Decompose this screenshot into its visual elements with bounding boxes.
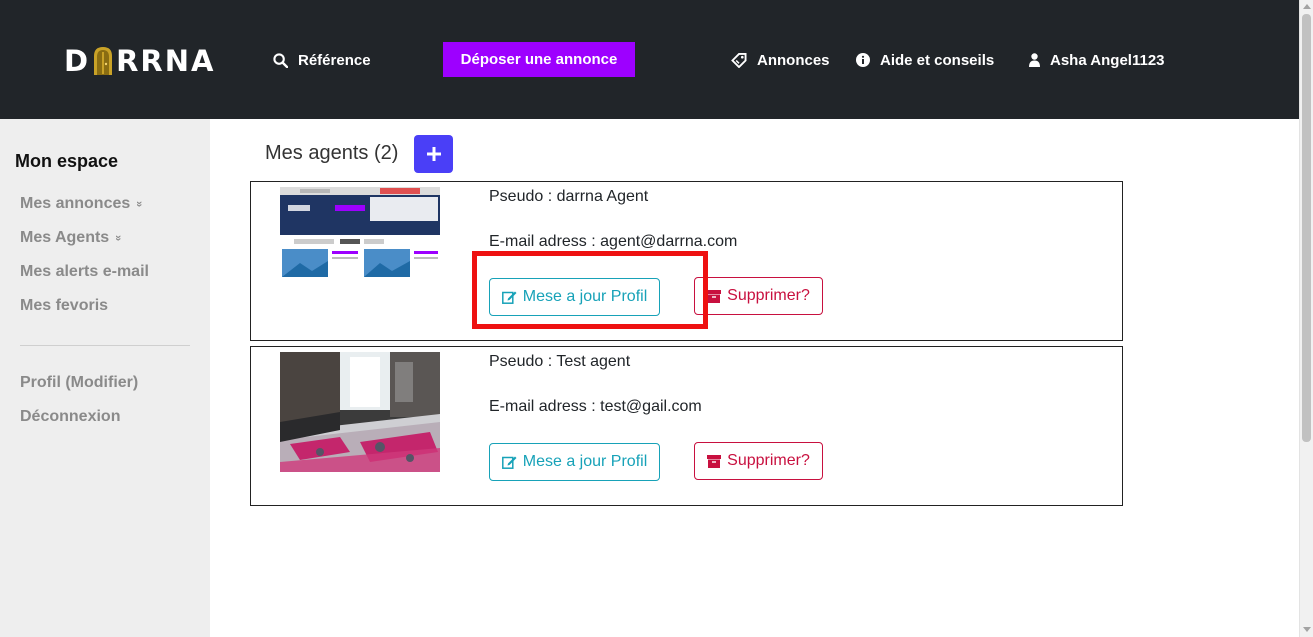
nav-user-label: Asha Angel1123 bbox=[1050, 51, 1165, 69]
nav-reference-label: Référence bbox=[298, 51, 371, 69]
edit-icon bbox=[501, 456, 517, 469]
sidebar-item-email-alerts[interactable]: Mes alerts e-mail bbox=[20, 263, 149, 281]
nav-reference[interactable]: Référence bbox=[273, 50, 371, 70]
sidebar-item-my-agents[interactable]: Mes Agents » bbox=[20, 229, 125, 247]
agent-pseudo: Pseudo : darrna Agent bbox=[489, 188, 649, 205]
nav-help[interactable]: Aide et conseils bbox=[856, 50, 994, 70]
agent-email: E-mail adress : test@gail.com bbox=[489, 398, 702, 415]
sidebar-title: Mon espace bbox=[15, 151, 119, 171]
agent-email: E-mail adress : agent@darrna.com bbox=[489, 233, 738, 250]
post-ad-button[interactable]: Déposer une annonce bbox=[443, 42, 635, 77]
update-profile-button[interactable]: Mese a jour Profil bbox=[489, 443, 660, 481]
sidebar-item-my-ads[interactable]: Mes annonces » bbox=[20, 195, 146, 213]
scroll-thumb[interactable] bbox=[1302, 14, 1311, 442]
darrna-logo[interactable]: D RRNA bbox=[64, 44, 215, 78]
logo-text-left: D bbox=[64, 44, 91, 78]
agent-card: Pseudo : Test agent E-mail adress : test… bbox=[250, 346, 1123, 506]
sidebar-item-favorites[interactable]: Mes fevoris bbox=[20, 297, 108, 315]
agent-pseudo: Pseudo : Test agent bbox=[489, 353, 631, 370]
add-agent-button[interactable] bbox=[414, 135, 453, 173]
door-icon bbox=[94, 46, 113, 75]
chevron-down-icon: » bbox=[112, 234, 125, 242]
user-icon bbox=[1029, 53, 1040, 67]
plus-icon bbox=[426, 147, 441, 161]
info-circle-icon bbox=[856, 53, 870, 67]
delete-agent-button[interactable]: Supprimer? bbox=[694, 442, 823, 480]
page-title: Mes agents (2) bbox=[265, 142, 399, 164]
agent-photo bbox=[280, 187, 440, 277]
archive-icon bbox=[707, 289, 722, 303]
scroll-up-arrow[interactable] bbox=[1303, 4, 1311, 9]
nav-help-label: Aide et conseils bbox=[880, 51, 995, 69]
sidebar-item-logout[interactable]: Déconnexion bbox=[20, 408, 120, 426]
archive-icon bbox=[707, 454, 722, 468]
nav-ads-label: Annonces bbox=[757, 51, 830, 69]
agent-photo bbox=[280, 352, 440, 472]
scroll-down-arrow[interactable] bbox=[1303, 627, 1311, 632]
nav-ads[interactable]: Annonces bbox=[731, 50, 830, 70]
sidebar-item-profile[interactable]: Profil (Modifier) bbox=[20, 374, 138, 392]
page-scrollbar[interactable] bbox=[1299, 0, 1313, 637]
search-icon bbox=[273, 52, 288, 68]
sidebar-divider bbox=[20, 345, 190, 346]
delete-agent-button[interactable]: Supprimer? bbox=[694, 277, 823, 315]
highlight-annotation bbox=[472, 251, 708, 329]
chevron-down-icon: » bbox=[133, 200, 146, 208]
tag-icon bbox=[731, 52, 747, 68]
logo-text-right: RRNA bbox=[116, 44, 216, 78]
nav-user[interactable]: Asha Angel1123 bbox=[1029, 50, 1165, 70]
